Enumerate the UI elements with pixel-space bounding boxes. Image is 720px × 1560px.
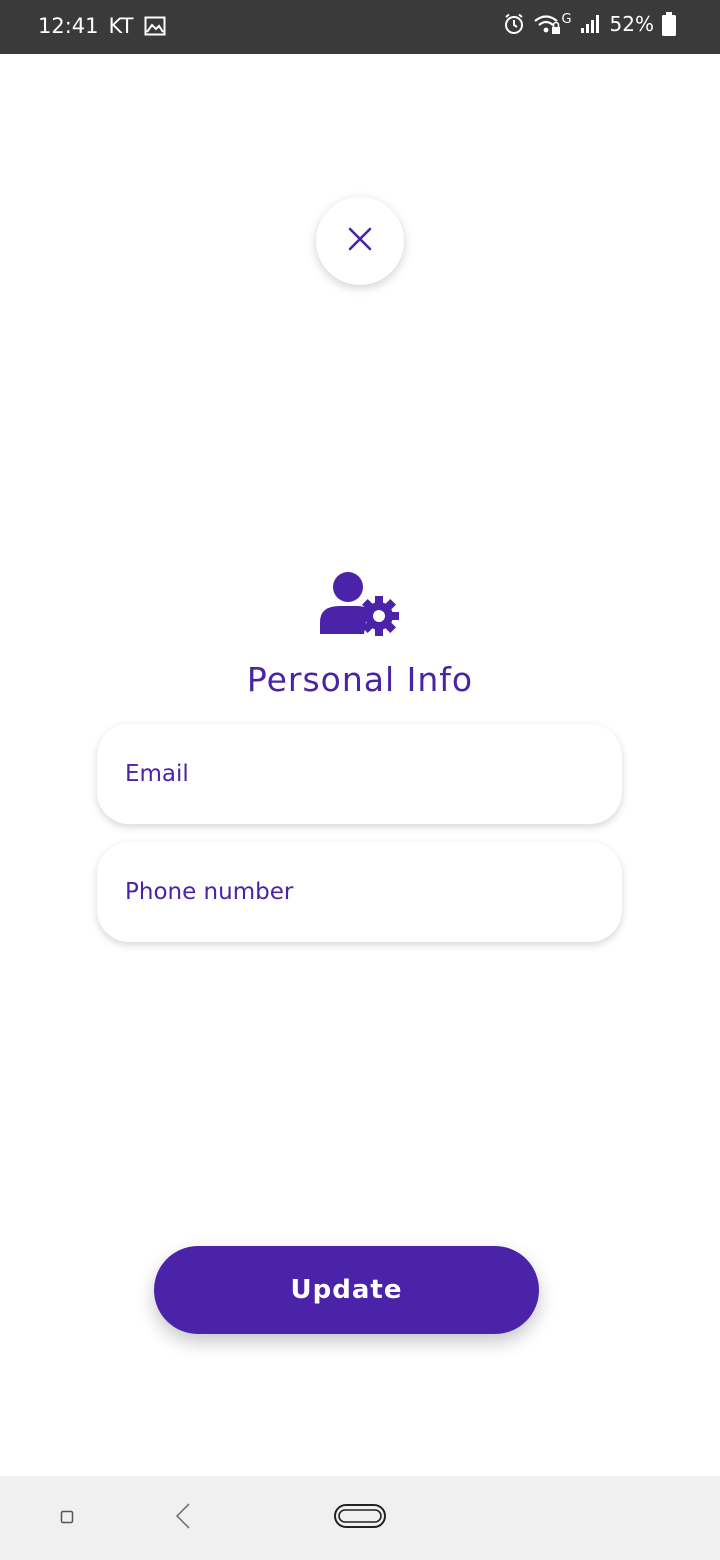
signal-icon [580, 14, 602, 34]
alarm-icon [503, 13, 525, 35]
home-button[interactable] [330, 1500, 390, 1536]
back-button[interactable] [168, 1498, 198, 1538]
update-button[interactable]: Update [154, 1246, 539, 1334]
home-icon [333, 1503, 387, 1533]
user-settings-icon [318, 570, 402, 640]
status-time: 12:41 [38, 14, 99, 38]
status-bar: 12:41 KT G 52% [0, 0, 720, 54]
recent-apps-icon [60, 1509, 74, 1528]
recent-apps-button[interactable] [52, 1498, 82, 1538]
status-right: G 52% [503, 12, 676, 36]
update-button-label: Update [290, 1275, 403, 1305]
status-left: 12:41 KT [38, 14, 166, 38]
close-icon [347, 226, 373, 256]
phone-number-input[interactable] [123, 878, 596, 906]
battery-icon [662, 12, 676, 36]
close-button[interactable] [316, 197, 404, 285]
email-field[interactable] [97, 724, 622, 824]
image-icon [144, 16, 166, 36]
battery-percent: 52% [609, 12, 654, 36]
page-title: Personal Info [246, 660, 474, 699]
personal-info-screen: 12:41 KT G 52% Personal Info Email Phone… [0, 0, 720, 1560]
phone-number-field[interactable] [97, 842, 622, 942]
back-icon [173, 1502, 193, 1534]
email-input[interactable] [123, 760, 596, 788]
status-carrier: KT [108, 14, 134, 38]
navigation-bar [0, 1476, 720, 1560]
wifi-icon [533, 13, 563, 35]
